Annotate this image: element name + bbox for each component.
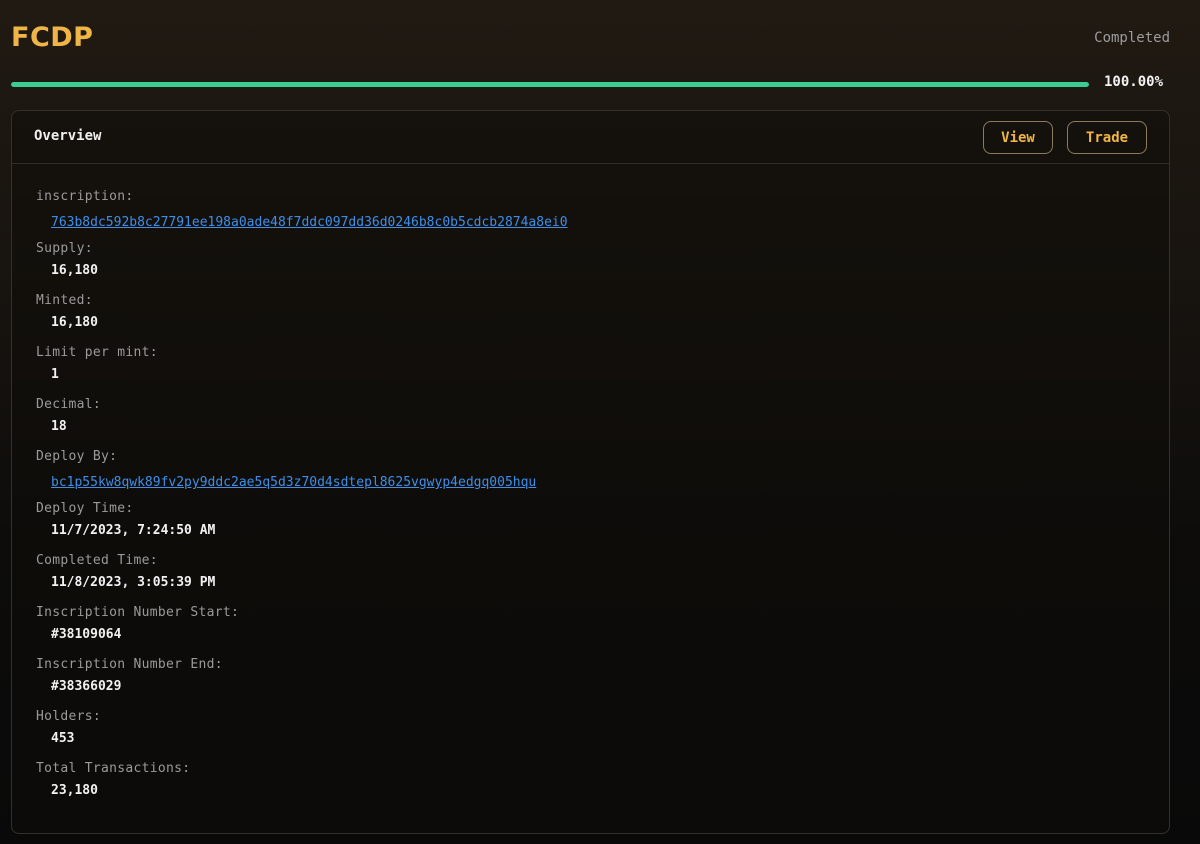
field-inscription-number-start: Inscription Number Start: #38109064 [36, 605, 568, 657]
field-value: 453 [51, 731, 75, 746]
field-value: 23,180 [51, 783, 98, 798]
field-label: Deploy Time: [36, 501, 134, 516]
trade-button[interactable]: Trade [1067, 121, 1147, 154]
overview-panel: Overview View Trade inscription: 763b8dc5… [11, 110, 1170, 834]
field-label: Holders: [36, 709, 102, 724]
field-deploy-time: Deploy Time: 11/7/2023, 7:24:50 AM [36, 501, 568, 553]
view-button[interactable]: View [983, 121, 1053, 154]
field-label: Limit per mint: [36, 345, 158, 360]
field-completed-time: Completed Time: 11/8/2023, 3:05:39 PM [36, 553, 568, 605]
field-value: 11/7/2023, 7:24:50 AM [51, 523, 216, 538]
field-inscription: inscription: 763b8dc592b8c27791ee198a0ade… [36, 189, 568, 241]
field-label: Total Transactions: [36, 761, 191, 776]
field-value: #38109064 [51, 627, 122, 642]
field-decimal: Decimal: 18 [36, 397, 568, 449]
field-inscription-number-end: Inscription Number End: #38366029 [36, 657, 568, 709]
field-value: #38366029 [51, 679, 122, 694]
field-label: inscription: [36, 189, 134, 204]
field-supply: Supply: 16,180 [36, 241, 568, 293]
field-value: 16,180 [51, 315, 98, 330]
progress-bar [11, 82, 1089, 87]
field-label: Minted: [36, 293, 93, 308]
field-value-link[interactable]: bc1p55kw8qwk89fv2py9ddc2ae5q5d3z70d4sdte… [36, 475, 536, 491]
status-text: Completed [1094, 30, 1170, 46]
overview-header: Overview View Trade [12, 111, 1169, 164]
field-value: 1 [51, 367, 59, 382]
field-label: Completed Time: [36, 553, 158, 568]
page-title: FCDP [11, 22, 94, 53]
field-label: Inscription Number End: [36, 657, 223, 672]
overview-fields: inscription: 763b8dc592b8c27791ee198a0ade… [36, 189, 568, 813]
progress-percent: 100.00% [1104, 74, 1164, 90]
field-label: Deploy By: [36, 449, 118, 464]
progress-fill [11, 82, 1089, 87]
field-value: 11/8/2023, 3:05:39 PM [51, 575, 216, 590]
field-total-transactions: Total Transactions: 23,180 [36, 761, 568, 813]
field-value: 18 [51, 419, 67, 434]
field-label: Supply: [36, 241, 93, 256]
field-label: Decimal: [36, 397, 102, 412]
field-value-link[interactable]: 763b8dc592b8c27791ee198a0ade48f7ddc097dd… [36, 215, 568, 231]
field-holders: Holders: 453 [36, 709, 568, 761]
field-label: Inscription Number Start: [36, 605, 240, 620]
overview-title: Overview [34, 128, 102, 144]
field-minted: Minted: 16,180 [36, 293, 568, 345]
field-limit-per-mint: Limit per mint: 1 [36, 345, 568, 397]
field-value: 16,180 [51, 263, 98, 278]
field-deploy-by: Deploy By: bc1p55kw8qwk89fv2py9ddc2ae5q5d… [36, 449, 568, 501]
